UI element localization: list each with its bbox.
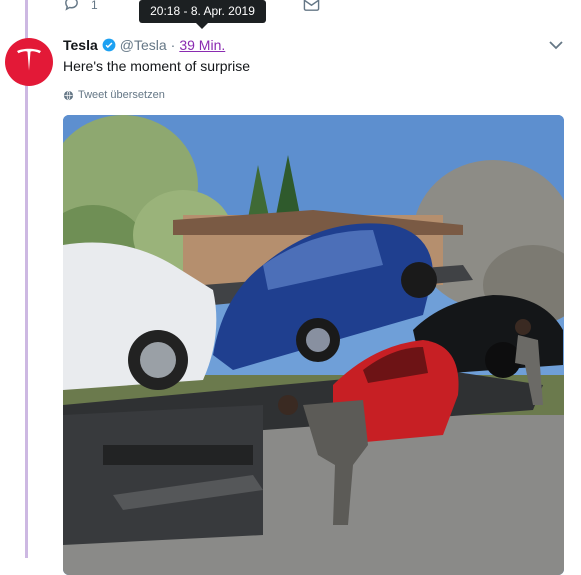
translate-tweet-link[interactable]: Tweet übersetzen <box>63 89 165 101</box>
envelope-icon <box>303 0 320 16</box>
author-handle[interactable]: @Tesla <box>120 37 167 53</box>
tweet-timestamp-link[interactable]: 39 Min. <box>179 37 225 53</box>
tweet-text: Here's the moment of surprise <box>63 58 251 74</box>
tweet-media-video[interactable] <box>63 115 564 575</box>
tweet-header: Tesla @Tesla · 39 Min. <box>63 37 225 53</box>
reply-icon <box>63 0 80 15</box>
previous-tweet-actions: 1 <box>0 0 581 22</box>
tesla-logo-icon <box>14 45 44 80</box>
reply-action[interactable]: 1 <box>63 0 98 15</box>
tooltip-arrow <box>196 23 208 29</box>
timestamp-tooltip: 20:18 - 8. Apr. 2019 <box>139 0 266 23</box>
direct-message-button[interactable] <box>303 0 320 17</box>
chevron-down-icon[interactable] <box>549 40 563 50</box>
verified-badge-icon <box>102 38 116 52</box>
avatar[interactable] <box>5 38 53 86</box>
separator-dot: · <box>170 37 176 53</box>
reply-count: 1 <box>91 0 98 12</box>
translate-label: Tweet übersetzen <box>78 89 165 101</box>
car-transporter-image <box>63 115 564 575</box>
author-name[interactable]: Tesla <box>63 37 98 53</box>
globe-icon <box>63 90 74 100</box>
